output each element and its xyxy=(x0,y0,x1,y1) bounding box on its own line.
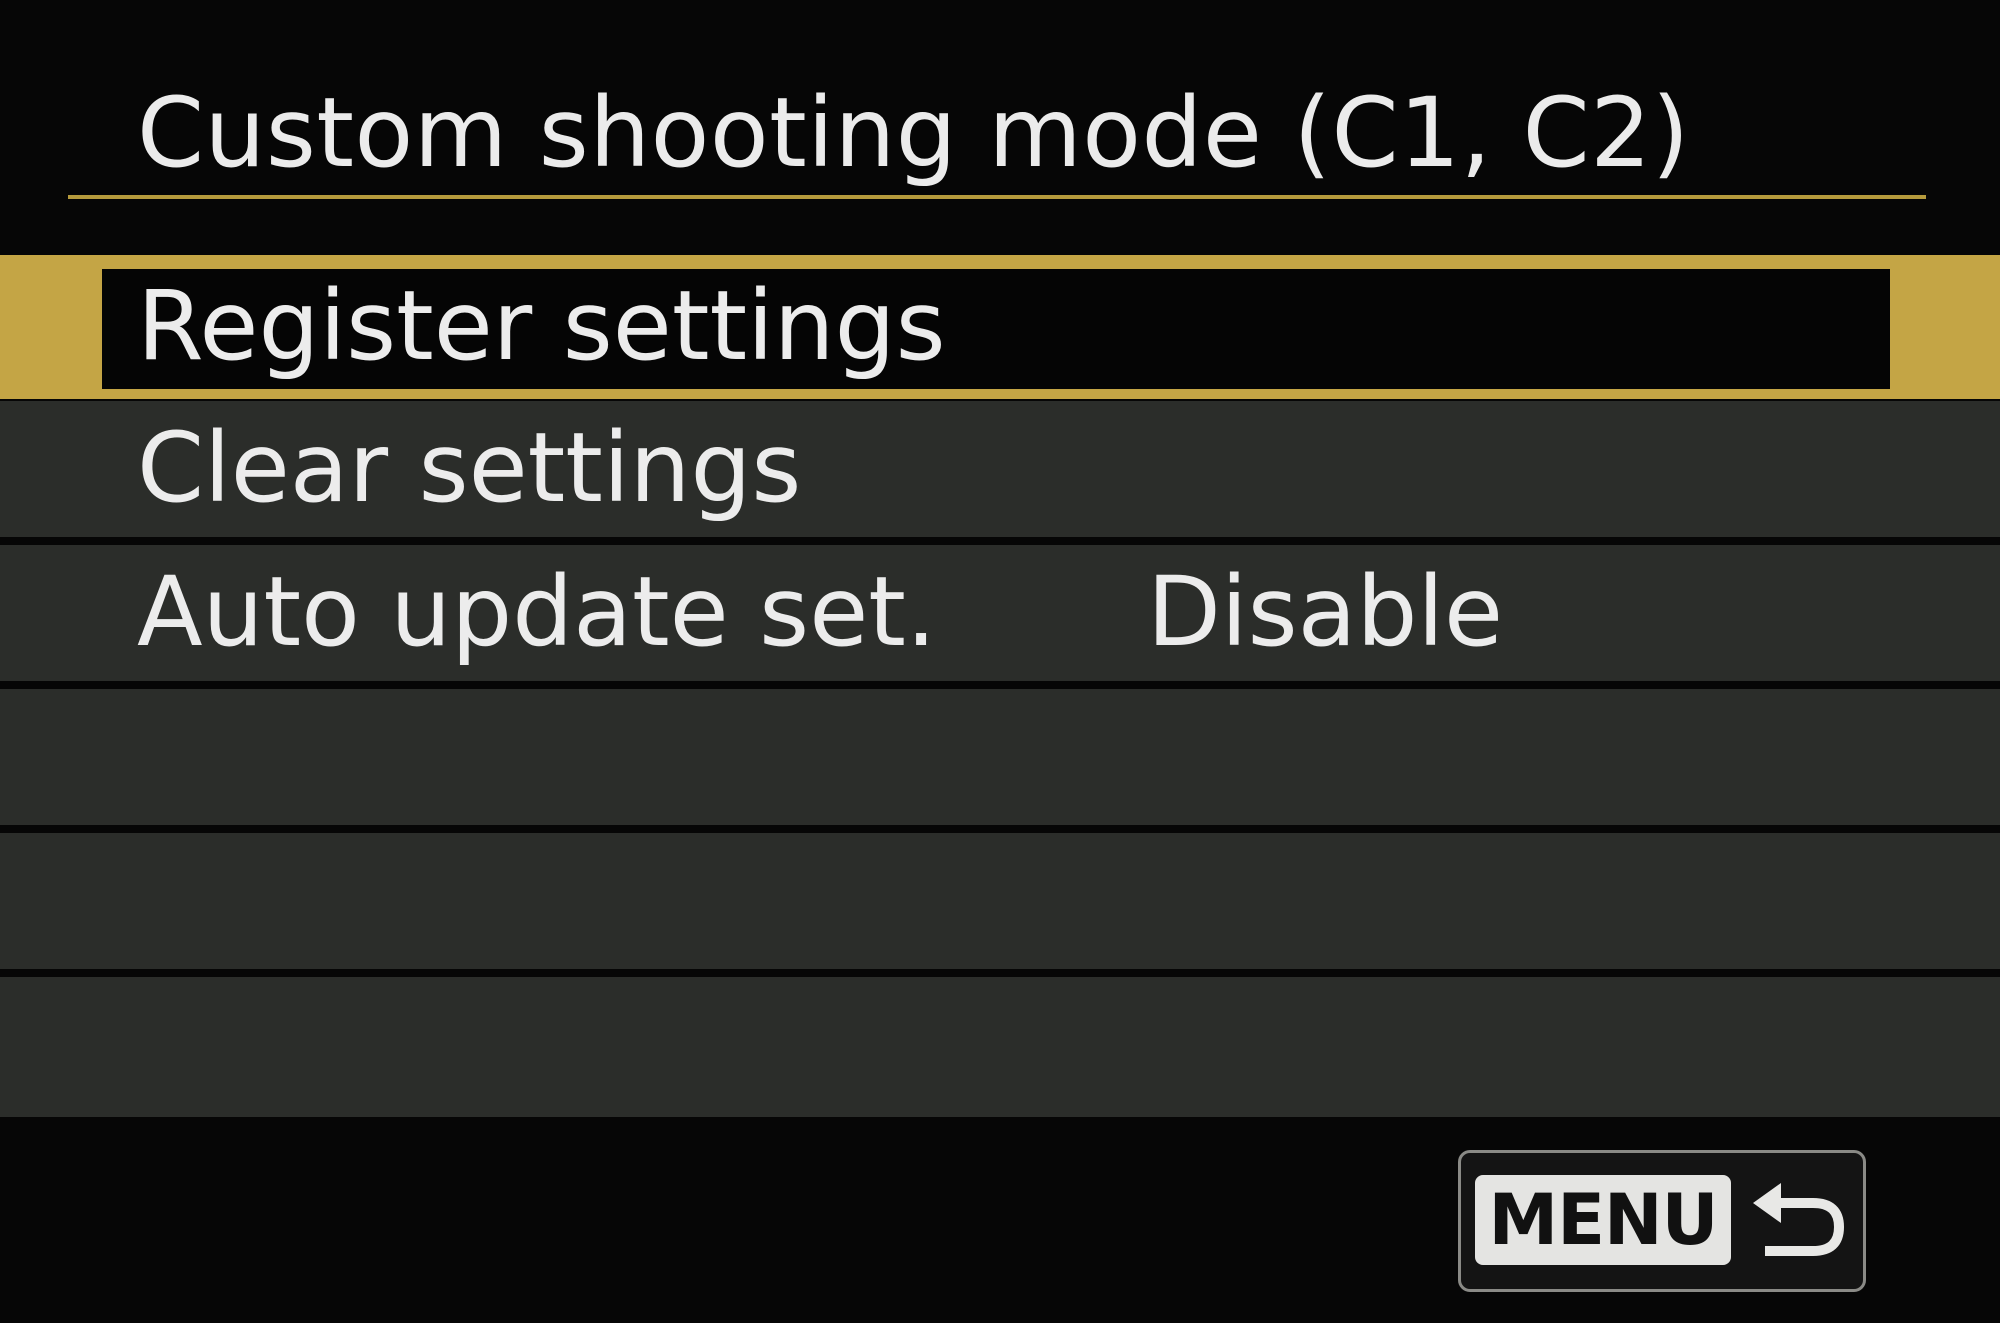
menu-item-clear-settings[interactable]: Clear settings xyxy=(0,401,2000,537)
menu-item-label: Auto update set. xyxy=(137,556,937,668)
menu-item-empty xyxy=(0,977,2000,1117)
return-arrow-icon xyxy=(1753,1183,1845,1256)
title-divider xyxy=(68,195,1926,199)
menu-item-empty xyxy=(0,689,2000,825)
camera-menu-screen: Custom shooting mode (C1, C2) Register s… xyxy=(0,0,2000,1323)
menu-item-value: Disable xyxy=(1147,556,1504,668)
menu-item-label: Clear settings xyxy=(137,412,802,524)
menu-button-label: MENU xyxy=(1475,1175,1731,1265)
menu-item-register-settings[interactable]: Register settings xyxy=(0,255,2000,399)
menu-item-label: Register settings xyxy=(137,270,946,382)
page-title: Custom shooting mode (C1, C2) xyxy=(137,77,1690,189)
menu-back-button[interactable]: MENU xyxy=(1458,1150,1866,1292)
menu-item-empty xyxy=(0,833,2000,969)
menu-item-auto-update-set[interactable]: Auto update set. Disable xyxy=(0,545,2000,681)
